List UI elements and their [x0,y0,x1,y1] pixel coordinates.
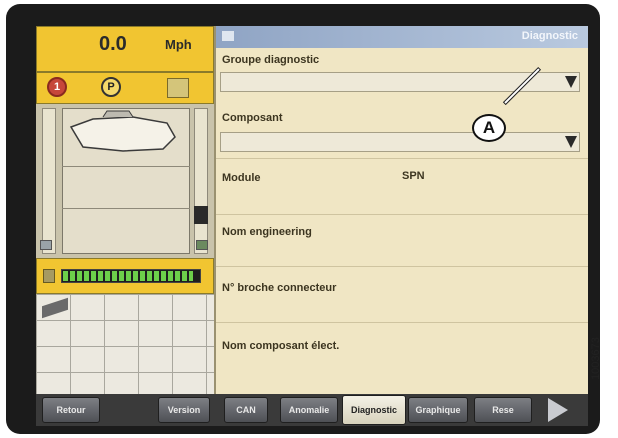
divider-line [62,208,190,209]
electrical-component-label: Nom composant élect. [222,340,340,352]
left-rail [42,108,56,254]
module-label: Module [222,172,261,184]
chevron-down-icon[interactable] [565,136,577,148]
can-button[interactable]: CAN [224,397,268,423]
callout-label: A [472,114,506,142]
indicator-row: 1 P [36,72,214,104]
divider [216,214,588,215]
diagnostic-panel: Diagnostic Groupe diagnostic Composant M… [214,26,588,394]
map-marker-icon [42,297,68,319]
divider [216,158,588,159]
reset-button[interactable]: Rese [474,397,532,423]
level-marker [194,206,208,224]
gauge-fill [63,271,193,281]
status-panel: 0.0 Mph 1 P [36,26,214,394]
connector-pin-label: N° broche connecteur [222,282,337,294]
version-button[interactable]: Version [158,397,210,423]
group-label: Groupe diagnostic [222,54,320,66]
park-indicator: P [101,77,121,97]
softkey-bar: Retour Version CAN Anomalie Diagnostic G… [36,394,588,426]
device-bezel: 0.0 Mph 1 P Diagnostic Groupe diagnostic… [6,4,600,434]
next-arrow-icon[interactable] [548,398,568,422]
field-map[interactable] [36,294,214,394]
phone-icon[interactable] [196,240,208,250]
display-screen: 0.0 Mph 1 P Diagnostic Groupe diagnostic… [36,26,588,426]
right-rail [194,108,208,254]
camera-icon[interactable] [40,240,52,250]
component-dropdown[interactable] [220,132,580,152]
divider [216,322,588,323]
load-gauge [36,258,214,294]
status-square-icon [167,78,189,98]
gear-indicator: 1 [47,77,67,97]
spn-label: SPN [402,170,425,182]
engineering-name-label: Nom engineering [222,226,312,238]
figure-id: 1003673 [590,337,602,380]
retour-button[interactable]: Retour [42,397,100,423]
diagnostic-tab[interactable]: Diagnostic [342,395,406,425]
speed-display: 0.0 Mph [36,26,214,72]
gauge-bar [61,269,201,283]
page-title: Diagnostic [521,30,578,42]
graphique-button[interactable]: Graphique [408,397,468,423]
gauge-icon [43,269,55,283]
title-bar: Diagnostic [216,26,588,48]
anomalie-button[interactable]: Anomalie [280,397,338,423]
machine-diagram [62,108,190,254]
chevron-down-icon[interactable] [565,76,577,88]
combine-outline-icon [69,110,176,152]
divider-line [62,166,190,167]
speed-value: 0.0 [99,33,127,55]
speed-unit: Mph [165,37,192,52]
component-label: Composant [222,112,283,124]
machine-overview [36,104,214,258]
window-icon [222,31,234,41]
divider [216,266,588,267]
